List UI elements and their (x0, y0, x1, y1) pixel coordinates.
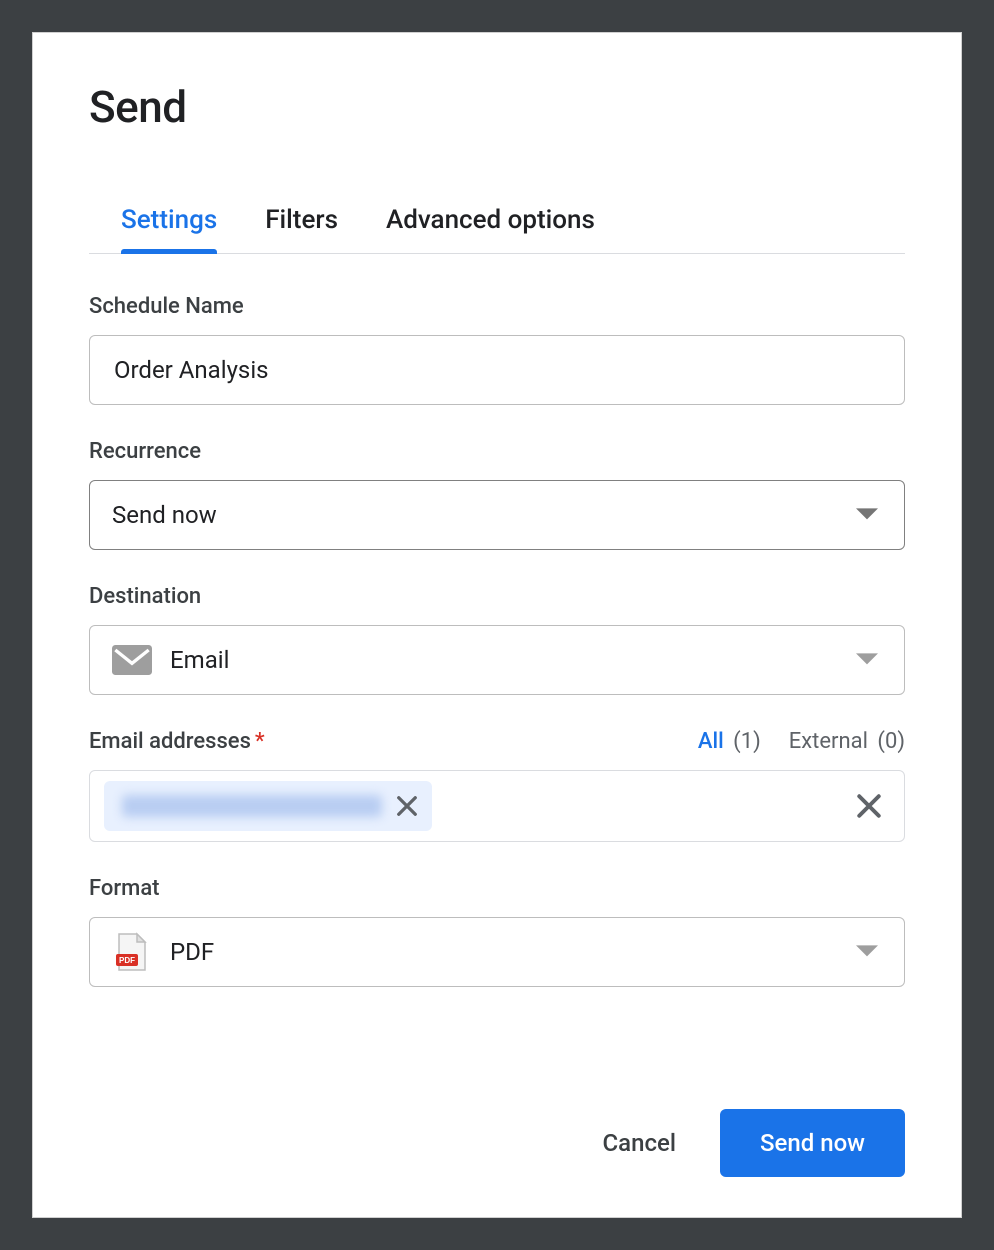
email-addresses-label: Email addresses * (89, 729, 265, 754)
email-chip-redacted-text (122, 795, 382, 817)
email-count-external[interactable]: External (0) (789, 729, 905, 754)
destination-select[interactable]: Email (89, 625, 905, 695)
chevron-down-icon (856, 945, 878, 959)
schedule-name-field: Schedule Name (89, 294, 905, 405)
recurrence-label: Recurrence (89, 439, 905, 464)
email-addresses-field: Email addresses * All (1) External (0) (89, 729, 905, 842)
format-select[interactable]: PDF PDF (89, 917, 905, 987)
send-now-button[interactable]: Send now (720, 1109, 905, 1177)
svg-text:PDF: PDF (119, 956, 135, 965)
recurrence-field: Recurrence Send now (89, 439, 905, 550)
remove-chip-icon[interactable] (396, 795, 418, 817)
email-chip (104, 781, 432, 831)
tab-filters[interactable]: Filters (265, 205, 338, 253)
dialog-title: Send (89, 81, 905, 133)
destination-field: Destination Email (89, 584, 905, 695)
chevron-down-icon (856, 508, 878, 522)
schedule-name-input-wrapper (89, 335, 905, 405)
tab-advanced-options[interactable]: Advanced options (386, 205, 595, 253)
cancel-button[interactable]: Cancel (599, 1119, 680, 1167)
chevron-down-icon (856, 653, 878, 667)
email-icon (112, 640, 152, 680)
schedule-name-label: Schedule Name (89, 294, 905, 319)
required-asterisk: * (255, 729, 265, 754)
schedule-name-input[interactable] (112, 355, 882, 385)
recurrence-value: Send now (112, 501, 217, 529)
email-address-counts: All (1) External (0) (698, 729, 905, 754)
destination-label: Destination (89, 584, 905, 609)
email-addresses-input[interactable] (89, 770, 905, 842)
pdf-icon: PDF (112, 932, 152, 972)
email-addresses-header: Email addresses * All (1) External (0) (89, 729, 905, 754)
email-count-all[interactable]: All (1) (698, 729, 761, 754)
format-label: Format (89, 876, 905, 901)
format-field: Format PDF PDF (89, 876, 905, 987)
format-value: PDF (170, 938, 214, 966)
destination-value: Email (170, 646, 229, 674)
dialog-tabs: Settings Filters Advanced options (89, 205, 905, 254)
send-dialog: Send Settings Filters Advanced options S… (32, 32, 962, 1218)
recurrence-select[interactable]: Send now (89, 480, 905, 550)
clear-all-icon[interactable] (856, 793, 882, 819)
dialog-footer: Cancel Send now (89, 1109, 905, 1177)
tab-settings[interactable]: Settings (121, 205, 217, 253)
